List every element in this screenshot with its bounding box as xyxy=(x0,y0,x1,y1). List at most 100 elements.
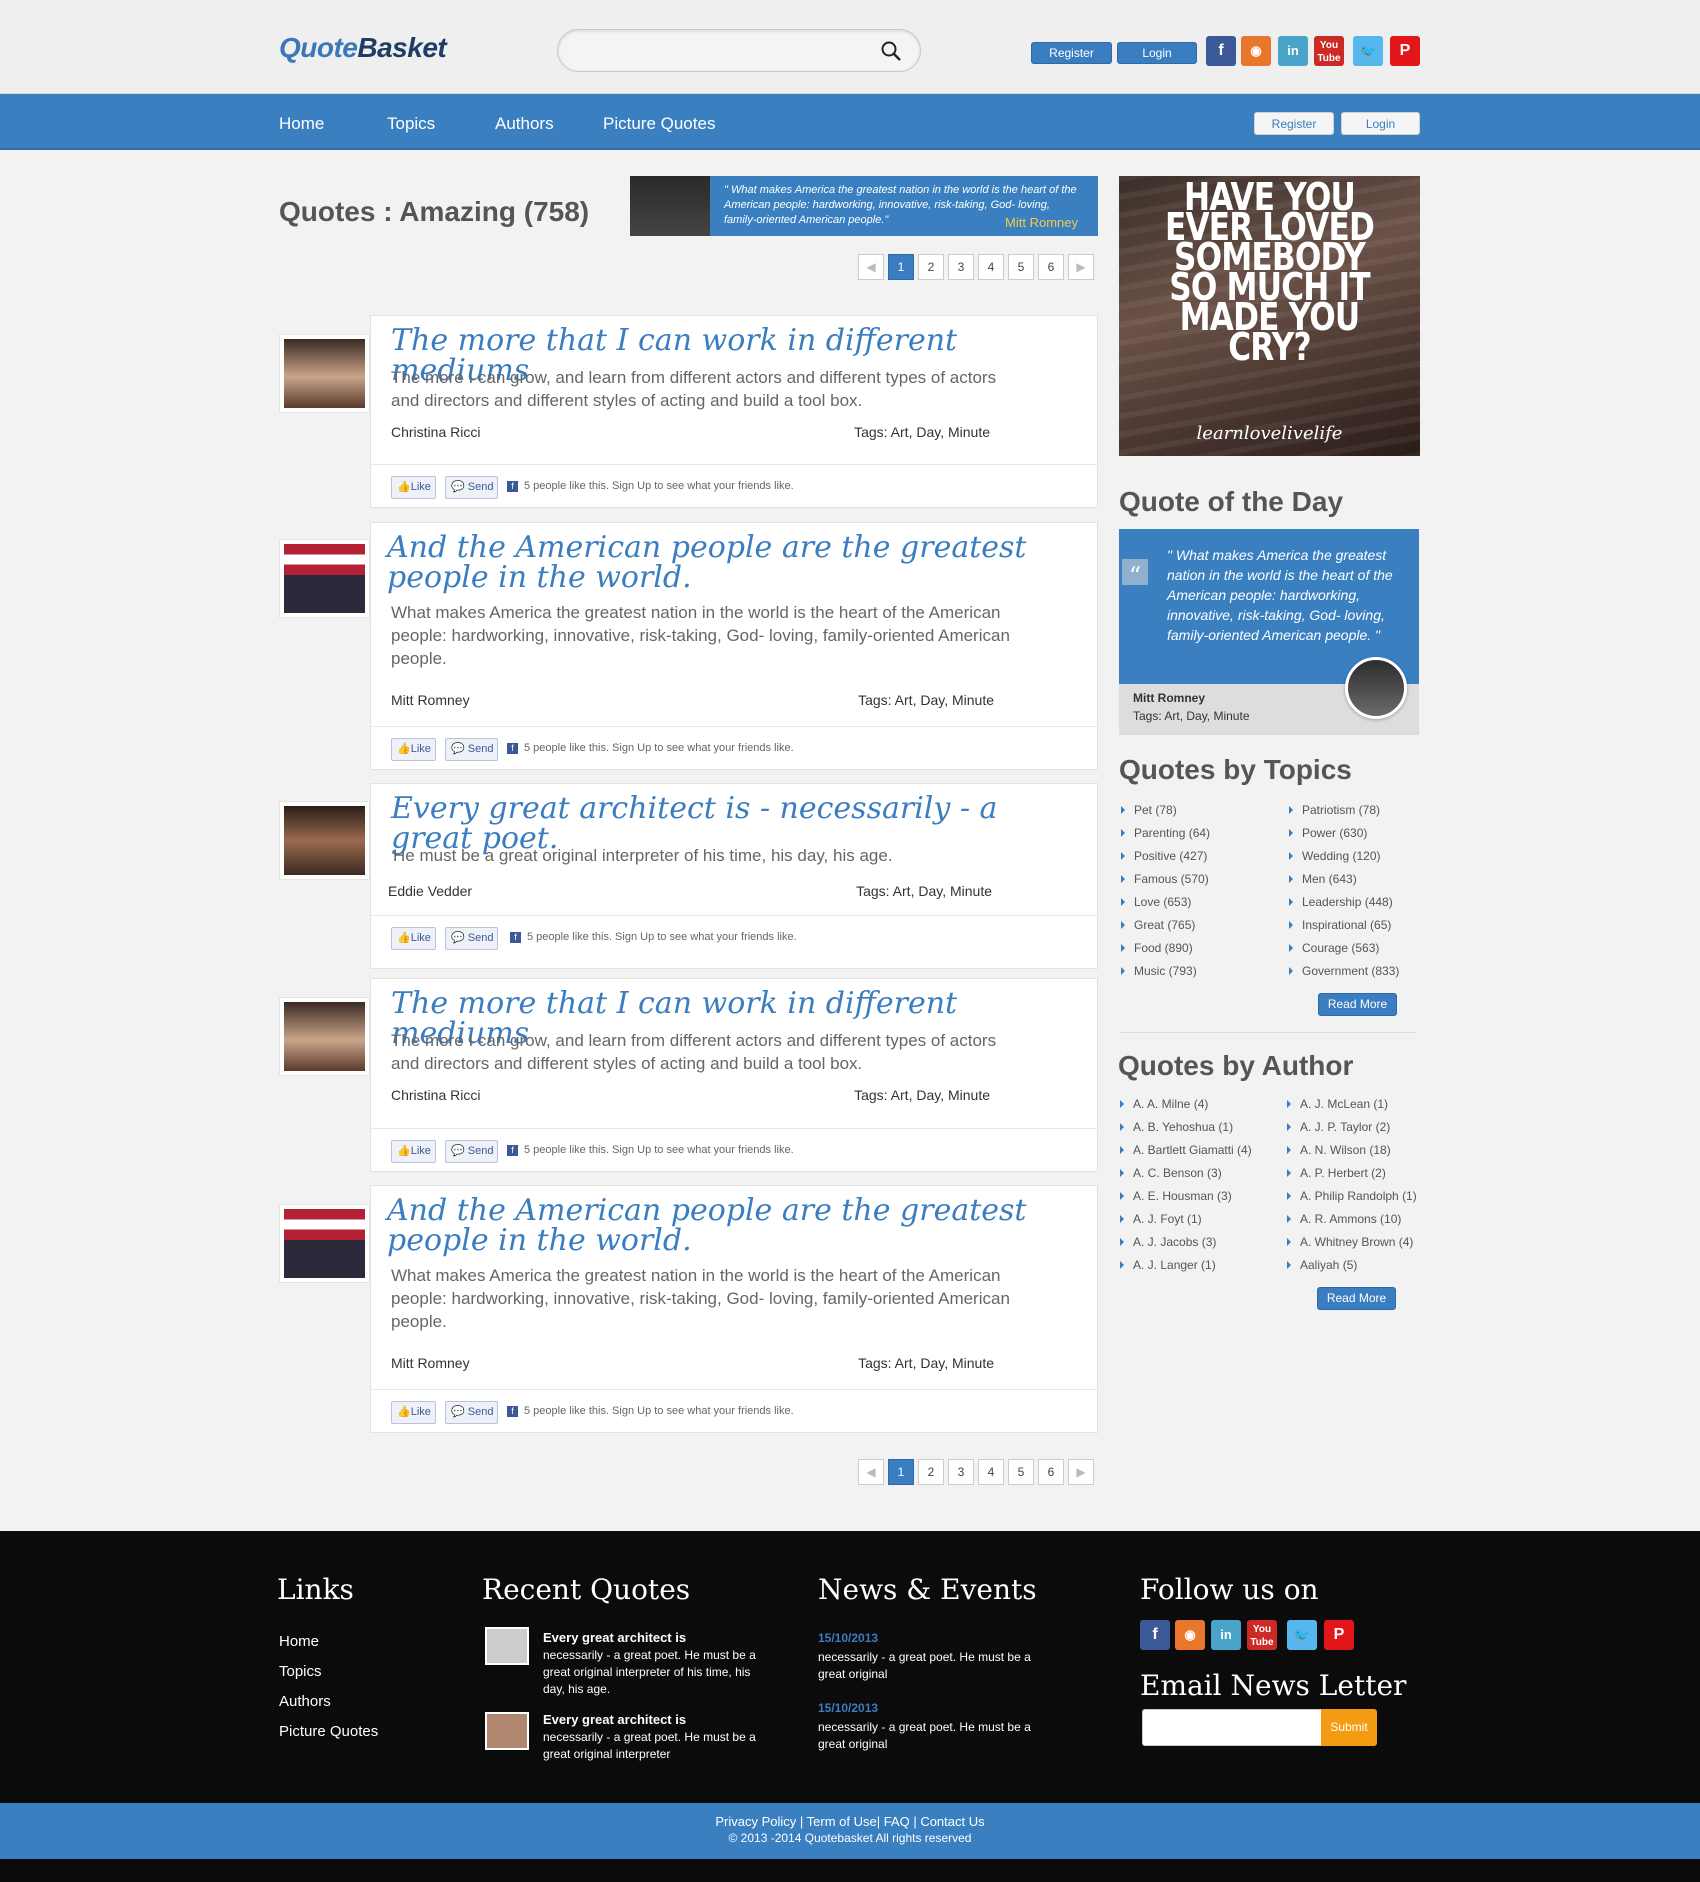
news-item[interactable]: necessarily - a great poet. He must be a… xyxy=(818,1649,1058,1683)
author-link[interactable]: A. J. McLean (1) xyxy=(1285,1097,1417,1120)
footer-link-topics[interactable]: Topics xyxy=(279,1663,322,1680)
page-5[interactable]: 5 xyxy=(1008,254,1034,280)
prev-page-button[interactable]: ◀ xyxy=(858,1459,884,1485)
quote-tags[interactable]: Tags: Art, Day, Minute xyxy=(854,1087,990,1103)
newsletter-email-input[interactable] xyxy=(1142,1709,1322,1746)
quote-author[interactable]: Eddie Vedder xyxy=(388,883,472,899)
quote-author[interactable]: Christina Ricci xyxy=(391,424,480,440)
author-link[interactable]: A. J. Foyt (1) xyxy=(1118,1212,1252,1235)
quote-tags[interactable]: Tags: Art, Day, Minute xyxy=(858,1355,994,1371)
quote-tags[interactable]: Tags: Art, Day, Minute xyxy=(856,883,992,899)
twitter-icon[interactable]: 🐦 xyxy=(1287,1620,1317,1650)
nav-login-button[interactable]: Login xyxy=(1341,112,1420,135)
author-link[interactable]: A. Bartlett Giamatti (4) xyxy=(1118,1143,1252,1166)
author-link[interactable]: A. J. P. Taylor (2) xyxy=(1285,1120,1417,1143)
topic-link[interactable]: Power (630) xyxy=(1287,826,1399,849)
author-link[interactable]: A. A. Milne (4) xyxy=(1118,1097,1252,1120)
send-button[interactable]: 💬 Send xyxy=(445,927,499,950)
page-4[interactable]: 4 xyxy=(978,254,1004,280)
nav-authors[interactable]: Authors xyxy=(495,114,554,134)
twitter-icon[interactable]: 🐦 xyxy=(1353,36,1383,66)
rss-icon[interactable]: ◉ xyxy=(1175,1620,1205,1650)
next-page-button[interactable]: ▶ xyxy=(1068,1459,1094,1485)
author-avatar[interactable] xyxy=(279,334,370,413)
youtube-icon[interactable]: You Tube xyxy=(1314,36,1344,66)
quote-title[interactable]: And the American people are the greatest… xyxy=(387,533,1027,593)
page-1[interactable]: 1 xyxy=(888,254,914,280)
like-button[interactable]: 👍Like xyxy=(391,476,436,499)
send-button[interactable]: 💬 Send xyxy=(445,1401,499,1424)
author-link[interactable]: A. Philip Randolph (1) xyxy=(1285,1189,1417,1212)
pinterest-icon[interactable]: P xyxy=(1390,36,1420,66)
topic-link[interactable]: Positive (427) xyxy=(1119,849,1210,872)
author-link[interactable]: A. N. Wilson (18) xyxy=(1285,1143,1417,1166)
recent-quote-thumbnail[interactable] xyxy=(485,1712,529,1750)
author-link[interactable]: A. P. Herbert (2) xyxy=(1285,1166,1417,1189)
youtube-icon[interactable]: You Tube xyxy=(1247,1620,1277,1650)
send-button[interactable]: 💬 Send xyxy=(445,1140,499,1163)
featured-quote-banner[interactable]: " What makes America the greatest nation… xyxy=(630,176,1098,236)
author-link[interactable]: A. J. Jacobs (3) xyxy=(1118,1235,1252,1258)
register-button[interactable]: Register xyxy=(1031,42,1112,64)
linkedin-icon[interactable]: in xyxy=(1278,36,1308,66)
author-avatar[interactable] xyxy=(279,539,370,618)
footer-link-authors[interactable]: Authors xyxy=(279,1693,331,1710)
like-button[interactable]: 👍Like xyxy=(391,1140,436,1163)
nav-home[interactable]: Home xyxy=(279,114,324,134)
recent-quote[interactable]: Every great architect is necessarily - a … xyxy=(543,1711,773,1763)
page-1[interactable]: 1 xyxy=(888,1459,914,1485)
page-4[interactable]: 4 xyxy=(978,1459,1004,1485)
author-link[interactable]: A. R. Ammons (10) xyxy=(1285,1212,1417,1235)
page-6[interactable]: 6 xyxy=(1038,254,1064,280)
author-link[interactable]: A. E. Housman (3) xyxy=(1118,1189,1252,1212)
topic-link[interactable]: Pet (78) xyxy=(1119,803,1210,826)
prev-page-button[interactable]: ◀ xyxy=(858,254,884,280)
author-avatar[interactable] xyxy=(279,801,370,880)
send-button[interactable]: 💬 Send xyxy=(445,476,499,499)
topic-link[interactable]: Inspirational (65) xyxy=(1287,918,1399,941)
facebook-icon[interactable]: f xyxy=(1140,1620,1170,1650)
page-6[interactable]: 6 xyxy=(1038,1459,1064,1485)
author-link[interactable]: A. Whitney Brown (4) xyxy=(1285,1235,1417,1258)
nav-topics[interactable]: Topics xyxy=(387,114,435,134)
topic-link[interactable]: Food (890) xyxy=(1119,941,1210,964)
nav-register-button[interactable]: Register xyxy=(1254,112,1334,135)
topic-link[interactable]: Government (833) xyxy=(1287,964,1399,987)
nav-picture-quotes[interactable]: Picture Quotes xyxy=(603,114,715,134)
facebook-icon[interactable]: f xyxy=(1206,36,1236,66)
topic-link[interactable]: Music (793) xyxy=(1119,964,1210,987)
recent-quote-thumbnail[interactable] xyxy=(485,1627,529,1665)
recent-quote[interactable]: Every great architect is necessarily - a … xyxy=(543,1629,773,1698)
quote-author[interactable]: Mitt Romney xyxy=(391,1355,470,1371)
like-button[interactable]: 👍Like xyxy=(391,927,436,950)
newsletter-submit-button[interactable]: Submit xyxy=(1321,1709,1377,1746)
rss-icon[interactable]: ◉ xyxy=(1241,36,1271,66)
page-3[interactable]: 3 xyxy=(948,1459,974,1485)
footer-link-picture-quotes[interactable]: Picture Quotes xyxy=(279,1723,378,1740)
topic-link[interactable]: Love (653) xyxy=(1119,895,1210,918)
page-2[interactable]: 2 xyxy=(918,254,944,280)
quote-author[interactable]: Christina Ricci xyxy=(391,1087,480,1103)
picture-quote-poster[interactable]: HAVE YOU EVER LOVED SOMEBODY SO MUCH IT … xyxy=(1119,176,1420,456)
site-logo[interactable]: QuoteBasket xyxy=(279,32,447,64)
search-icon[interactable] xyxy=(880,40,902,62)
qotd-author-avatar[interactable] xyxy=(1345,657,1407,719)
topic-link[interactable]: Great (765) xyxy=(1119,918,1210,941)
like-button[interactable]: 👍Like xyxy=(391,1401,436,1424)
author-avatar[interactable] xyxy=(279,1204,370,1283)
topic-link[interactable]: Courage (563) xyxy=(1287,941,1399,964)
search-input[interactable] xyxy=(576,40,876,62)
author-link[interactable]: A. C. Benson (3) xyxy=(1118,1166,1252,1189)
quote-tags[interactable]: Tags: Art, Day, Minute xyxy=(858,692,994,708)
topics-read-more-button[interactable]: Read More xyxy=(1318,993,1397,1016)
pinterest-icon[interactable]: P xyxy=(1324,1620,1354,1650)
authors-read-more-button[interactable]: Read More xyxy=(1317,1287,1396,1310)
page-5[interactable]: 5 xyxy=(1008,1459,1034,1485)
login-button[interactable]: Login xyxy=(1117,42,1197,64)
author-link[interactable]: A. J. Langer (1) xyxy=(1118,1258,1252,1281)
page-2[interactable]: 2 xyxy=(918,1459,944,1485)
topic-link[interactable]: Leadership (448) xyxy=(1287,895,1399,918)
footer-bottom-links[interactable]: Privacy Policy | Term of Use| FAQ | Cont… xyxy=(0,1803,1700,1829)
author-link[interactable]: A. B. Yehoshua (1) xyxy=(1118,1120,1252,1143)
linkedin-icon[interactable]: in xyxy=(1211,1620,1241,1650)
